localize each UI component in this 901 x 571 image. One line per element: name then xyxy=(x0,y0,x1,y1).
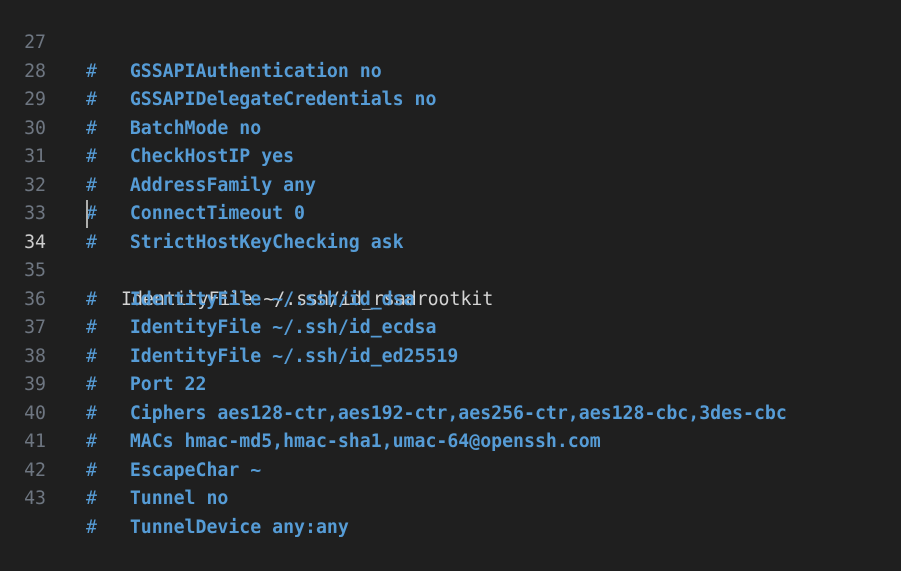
code-line[interactable]: 30 # CheckHostIP yes xyxy=(0,86,901,168)
code-line[interactable]: 28 # GSSAPIDelegateCredentials no xyxy=(0,29,901,111)
comment-text: Tunnel no xyxy=(129,488,229,509)
code-line[interactable]: 39 # Ciphers aes128-ctr,aes192-ctr,aes25… xyxy=(0,343,901,424)
code-line[interactable]: 42 # Tunnel no xyxy=(0,428,901,510)
code-line[interactable]: 33 # StrictHostKeyChecking ask xyxy=(0,172,901,253)
line-number: 43 xyxy=(24,488,46,509)
code-line[interactable]: 43 # TunnelDevice any:any xyxy=(0,457,901,538)
comment-text: TunnelDevice any:any xyxy=(129,516,349,538)
code-line[interactable]: 35 # IdentityFile ~/.ssh/id_dsa xyxy=(0,229,901,310)
code-line[interactable]: 37 # IdentityFile ~/.ssh/id_ed25519 xyxy=(0,286,901,367)
code-line[interactable]: 31 # AddressFamily any xyxy=(0,115,901,196)
line-content[interactable]: # TunnelDevice any:any xyxy=(86,514,349,543)
code-line[interactable]: 36 # IdentityFile ~/.ssh/id_ecdsa xyxy=(0,257,901,339)
text-cursor xyxy=(86,200,88,228)
line-content[interactable]: # Tunnel no xyxy=(86,485,228,514)
code-line[interactable]: 29 # BatchMode no xyxy=(0,58,901,139)
code-line-active[interactable]: 34 IdentityFile ~/.ssh/id_rsadrootkit xyxy=(0,200,901,310)
comment-marker: # xyxy=(86,488,97,509)
code-line[interactable]: 41 # EscapeChar ~ xyxy=(0,400,901,481)
code-line[interactable]: 38 # Port 22 xyxy=(0,314,901,396)
comment-marker: # xyxy=(86,516,97,538)
code-line[interactable]: 32 # ConnectTimeout 0 xyxy=(0,143,901,225)
code-editor[interactable]: 27 # GSSAPIAuthentication no 28 # GSSAPI… xyxy=(0,0,901,538)
code-line[interactable]: 27 # GSSAPIAuthentication no xyxy=(0,1,901,82)
code-line[interactable]: 40 # MACs hmac-md5,hmac-sha1,umac-64@ope… xyxy=(0,371,901,453)
